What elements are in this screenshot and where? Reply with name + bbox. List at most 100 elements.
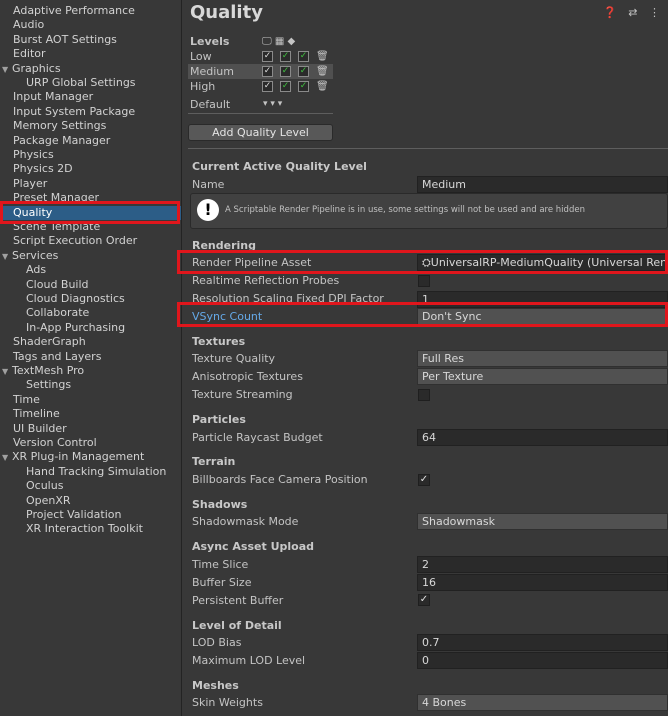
lod-bias-field[interactable]: 0.7	[417, 634, 668, 651]
vsync-count-dropdown[interactable]: Don't Sync	[417, 308, 668, 325]
sidebar-item-package-manager[interactable]: Package Manager	[13, 134, 110, 148]
sidebar-item-label: Settings	[26, 378, 72, 392]
shadowmask-mode-dropdown[interactable]: Shadowmask	[417, 513, 668, 530]
time-slice-field[interactable]: 2	[417, 556, 668, 573]
sidebar-item-oculus[interactable]: Oculus	[26, 479, 63, 493]
sidebar-item-quality[interactable]: Quality	[0, 205, 181, 220]
billboards-face-camera-checkbox[interactable]: ✓	[418, 474, 430, 486]
trash-icon[interactable]: 🗑	[316, 64, 329, 79]
realtime-reflection-probes-checkbox[interactable]	[418, 275, 430, 287]
sidebar-item-physics-2d[interactable]: Physics 2D	[13, 162, 73, 176]
render-pipeline-asset-field[interactable]: ⛭UniversalRP-MediumQuality (Universal Re…	[417, 254, 668, 271]
sidebar-item-xr-interaction-toolkit[interactable]: XR Interaction Toolkit	[26, 522, 143, 536]
sidebar-item-memory-settings[interactable]: Memory Settings	[13, 119, 106, 133]
levels-table: Levels 🖵 ▦ ◆ Low ✓ ✓ ✓ 🗑 Medium ✓ ✓ ✓ 🗑 High ✓ ✓ ✓ 🗑 D…	[188, 34, 333, 112]
sidebar-item-script-execution-order[interactable]: Script Execution Order	[13, 234, 137, 248]
sidebar-item-label: Physics 2D	[13, 162, 73, 176]
quality-level-row[interactable]: Medium ✓ ✓ ✓ 🗑	[188, 64, 333, 79]
sidebar-item-tags-and-layers[interactable]: Tags and Layers	[13, 350, 101, 364]
quality-level-name: Medium	[190, 65, 234, 78]
max-lod-level-field[interactable]: 0	[417, 652, 668, 669]
sidebar-item-time[interactable]: Time	[13, 393, 40, 407]
sidebar-item-label: Physics	[13, 148, 54, 161]
sidebar-item-ui-builder[interactable]: UI Builder	[13, 422, 67, 436]
trash-icon[interactable]: 🗑	[316, 79, 329, 94]
sidebar-item-project-validation[interactable]: Project Validation	[26, 508, 121, 522]
sidebar-item-editor[interactable]: Editor	[13, 47, 46, 61]
expand-arrow-icon[interactable]: ▼	[2, 250, 12, 264]
sidebar-item-cloud-diagnostics[interactable]: Cloud Diagnostics	[26, 292, 125, 306]
sidebar-item-hand-tracking-simulation[interactable]: Hand Tracking Simulation	[26, 465, 166, 479]
platform-checkbox[interactable]: ✓	[262, 81, 273, 92]
sidebar-item-settings[interactable]: Settings	[26, 378, 71, 392]
help-box: ! A Scriptable Render Pipeline is in use…	[190, 193, 668, 229]
platform-checkbox[interactable]: ✓	[298, 81, 309, 92]
sidebar-item-textmesh-pro[interactable]: ▼ TextMesh Pro	[2, 364, 84, 378]
sidebar-item-collaborate[interactable]: Collaborate	[26, 306, 89, 320]
sidebar-item-label: URP Global Settings	[26, 76, 136, 89]
sidebar-item-label: Burst AOT Settings	[13, 32, 117, 46]
header-icons[interactable]: ❓ ⇄ ⋮	[603, 6, 664, 19]
sidebar-item-physics[interactable]: Physics	[13, 148, 54, 162]
max-lod-level-label: Maximum LOD Level	[192, 654, 306, 667]
particle-raycast-budget-field[interactable]: 64	[417, 429, 668, 446]
sidebar-item-timeline[interactable]: Timeline	[13, 407, 60, 421]
levels-title: Levels	[190, 35, 230, 48]
sidebar-item-urp-global-settings[interactable]: URP Global Settings	[26, 76, 136, 90]
sidebar-item-services[interactable]: ▼ Services	[2, 249, 58, 263]
platform-checkbox[interactable]: ✓	[280, 66, 291, 77]
sidebar-item-preset-manager[interactable]: Preset Manager	[13, 191, 99, 205]
settings-sidebar: Adaptive Performance Audio Burst AOT Setti…	[0, 0, 182, 716]
name-field[interactable]: Medium	[417, 176, 668, 193]
sidebar-item-openxr[interactable]: OpenXR	[26, 494, 71, 508]
page-title: Quality	[190, 2, 263, 23]
platform-checkbox[interactable]: ✓	[262, 51, 273, 62]
expand-arrow-icon[interactable]: ▼	[2, 63, 12, 77]
sidebar-item-label: Cloud Build	[26, 277, 89, 291]
sidebar-item-graphics[interactable]: ▼ Graphics	[2, 62, 61, 76]
anisotropic-textures-dropdown[interactable]: Per Texture	[417, 368, 668, 385]
shadows-section: Shadows	[192, 498, 248, 511]
texture-quality-dropdown[interactable]: Full Res	[417, 350, 668, 367]
trash-icon[interactable]: 🗑	[316, 49, 329, 64]
resolution-scaling-field[interactable]: 1	[417, 291, 668, 308]
platform-checkbox[interactable]: ✓	[262, 66, 273, 77]
sidebar-item-player[interactable]: Player	[13, 177, 47, 191]
sidebar-item-label: Input System Package	[13, 104, 136, 118]
skin-weights-dropdown[interactable]: 4 Bones	[417, 694, 668, 711]
sidebar-item-cloud-build[interactable]: Cloud Build	[26, 278, 89, 292]
default-dropdowns[interactable]: ▾ ▾ ▾	[263, 97, 282, 112]
sidebar-item-in-app-purchasing[interactable]: In-App Purchasing	[26, 321, 125, 335]
sidebar-item-audio[interactable]: Audio	[13, 18, 44, 32]
quality-level-row[interactable]: Low ✓ ✓ ✓ 🗑	[188, 49, 333, 64]
sidebar-item-label: Editor	[13, 47, 46, 61]
platform-checkbox[interactable]: ✓	[298, 51, 309, 62]
platform-checkbox[interactable]: ✓	[298, 66, 309, 77]
platform-checkbox[interactable]: ✓	[280, 51, 291, 62]
sidebar-item-label: Adaptive Performance	[13, 4, 135, 17]
sidebar-item-adaptive-performance[interactable]: Adaptive Performance	[13, 4, 135, 18]
sidebar-item-input-system-package[interactable]: Input System Package	[13, 105, 135, 119]
sidebar-item-burst-aot-settings[interactable]: Burst AOT Settings	[13, 33, 117, 47]
sidebar-item-label: Services	[12, 248, 59, 262]
expand-arrow-icon[interactable]: ▼	[2, 451, 12, 465]
buffer-size-field[interactable]: 16	[417, 574, 668, 591]
sidebar-item-version-control[interactable]: Version Control	[13, 436, 97, 450]
particles-section: Particles	[192, 413, 246, 426]
expand-arrow-icon[interactable]: ▼	[2, 365, 12, 379]
platform-checkbox[interactable]: ✓	[280, 81, 291, 92]
quality-level-row[interactable]: High ✓ ✓ ✓ 🗑	[188, 79, 333, 94]
sidebar-item-shadergraph[interactable]: ShaderGraph	[13, 335, 86, 349]
sidebar-item-scene-template[interactable]: Scene Template	[13, 220, 100, 234]
sidebar-item-ads[interactable]: Ads	[26, 263, 46, 277]
persistent-buffer-checkbox[interactable]: ✓	[418, 594, 430, 606]
quality-level-name: Low	[190, 50, 212, 63]
sidebar-item-input-manager[interactable]: Input Manager	[13, 90, 93, 104]
add-quality-level-button[interactable]: Add Quality Level	[188, 124, 333, 141]
resolution-scaling-label: Resolution Scaling Fixed DPI Factor	[192, 292, 384, 305]
sidebar-item-label: Ads	[26, 263, 47, 277]
texture-streaming-checkbox[interactable]	[418, 389, 430, 401]
sidebar-item-label: In-App Purchasing	[26, 320, 126, 334]
sidebar-item-xr-plug-in-management[interactable]: ▼ XR Plug-in Management	[2, 450, 144, 464]
texture-streaming-label: Texture Streaming	[192, 388, 293, 401]
